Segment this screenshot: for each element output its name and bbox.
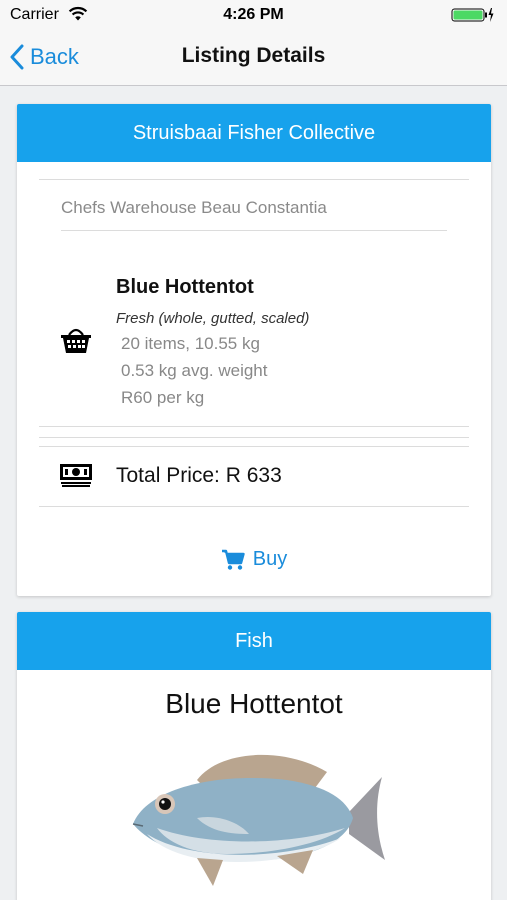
fish-description: Fresh (whole, gutted, scaled) xyxy=(116,310,310,327)
average-weight: 0.53 kg avg. weight xyxy=(121,361,268,380)
fish-name: Blue Hottentot xyxy=(116,276,254,298)
fish-card-title: Blue Hottentot xyxy=(165,688,343,719)
seller-header: Struisbaai Fisher Collective xyxy=(17,104,491,162)
battery-icon xyxy=(451,7,495,28)
items-weight: 20 items, 10.55 kg xyxy=(121,334,260,353)
status-bar: Carrier 4:26 PM xyxy=(0,0,507,30)
divider xyxy=(39,426,469,427)
total-price: Total Price: R 633 xyxy=(116,464,282,487)
buyer-name: Chefs Warehouse Beau Constantia xyxy=(61,198,327,217)
page-title: Listing Details xyxy=(181,44,326,67)
buy-button[interactable]: Buy xyxy=(17,548,491,571)
money-icon xyxy=(59,462,93,493)
divider xyxy=(61,230,447,231)
listing-card: Struisbaai Fisher Collective Chefs Wareh… xyxy=(17,104,491,596)
divider xyxy=(39,446,469,447)
buy-label: Buy xyxy=(252,548,288,570)
basket-icon xyxy=(59,325,93,360)
status-time: 4:26 PM xyxy=(223,6,284,23)
fish-image xyxy=(132,754,385,886)
fish-card: Fish Blue Hottentot xyxy=(17,612,491,900)
price-per-kg: R60 per kg xyxy=(121,388,205,407)
fish-card-header: Fish xyxy=(17,612,491,670)
divider xyxy=(39,506,469,507)
cart-icon xyxy=(221,549,245,570)
navigation-bar: Back Listing Details xyxy=(0,30,507,86)
divider xyxy=(39,437,469,438)
divider xyxy=(39,179,469,180)
